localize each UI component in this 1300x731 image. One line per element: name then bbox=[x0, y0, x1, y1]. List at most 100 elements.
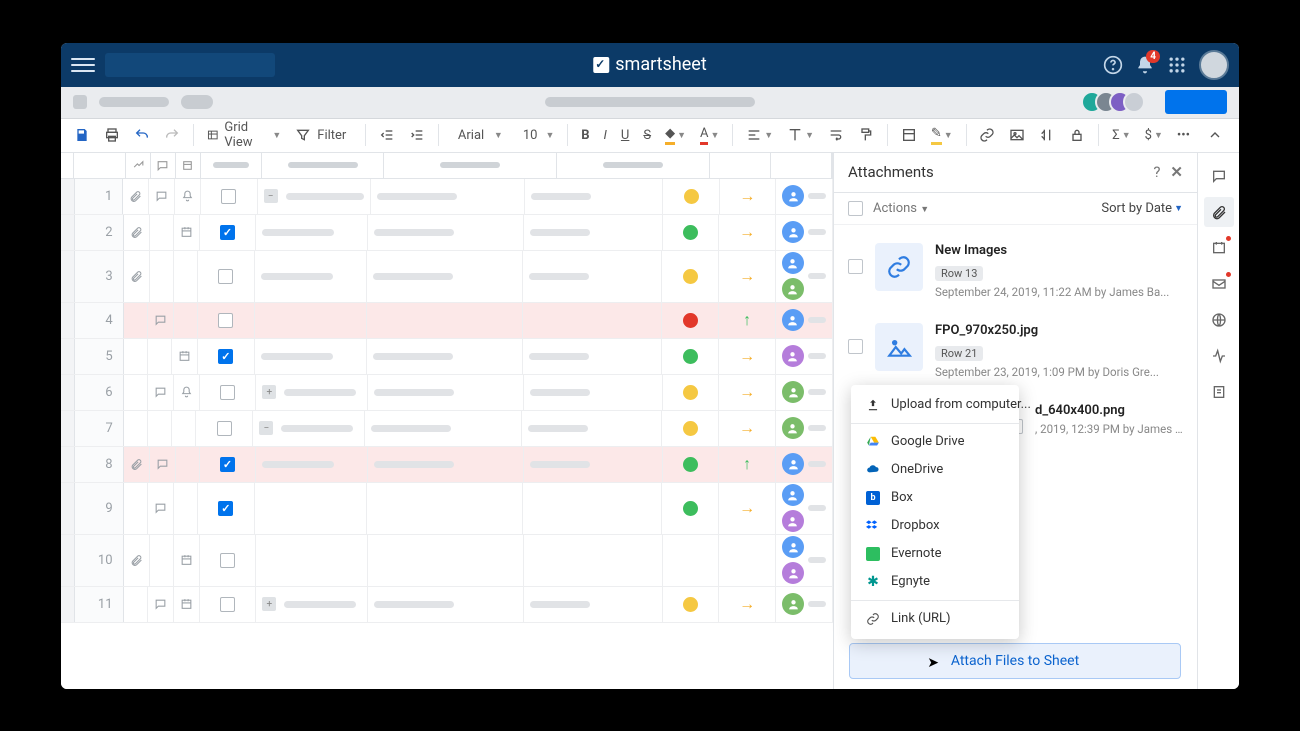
upload-menu-item[interactable]: Dropbox bbox=[851, 512, 1019, 540]
row-checkbox[interactable] bbox=[217, 421, 232, 436]
italic-icon[interactable]: I bbox=[598, 125, 611, 146]
row-checkbox[interactable] bbox=[220, 553, 235, 568]
upload-menu-item[interactable]: Upload from computer... bbox=[851, 391, 1019, 419]
insert-icon[interactable] bbox=[1034, 124, 1060, 146]
upload-menu-item[interactable]: Google Drive bbox=[851, 428, 1019, 456]
app-launcher-icon[interactable] bbox=[1167, 55, 1187, 75]
row-attachment-icon[interactable] bbox=[124, 375, 148, 410]
table-row[interactable]: 11+→ bbox=[61, 587, 833, 623]
row-checkbox[interactable] bbox=[218, 269, 233, 284]
breadcrumb-item[interactable] bbox=[99, 97, 169, 107]
row-checkbox[interactable] bbox=[218, 349, 233, 364]
rail-conversations-icon[interactable] bbox=[1204, 161, 1234, 191]
panel-close-icon[interactable]: ✕ bbox=[1170, 163, 1183, 181]
row-reminder-icon[interactable] bbox=[174, 215, 200, 250]
upload-menu-item[interactable]: OneDrive bbox=[851, 456, 1019, 484]
sheet-name-input[interactable] bbox=[105, 53, 275, 77]
row-checkbox[interactable] bbox=[220, 385, 235, 400]
status-indicator[interactable] bbox=[683, 421, 698, 436]
row-reminder-icon[interactable] bbox=[176, 447, 200, 482]
row-attachment-icon[interactable] bbox=[124, 303, 148, 338]
align-icon[interactable]: ▼ bbox=[741, 124, 778, 146]
attachment-item[interactable]: New ImagesRow 13September 24, 2019, 11:2… bbox=[848, 233, 1189, 313]
row-comment-icon[interactable] bbox=[149, 179, 175, 214]
row-checkbox[interactable] bbox=[220, 225, 235, 240]
select-all-checkbox[interactable] bbox=[848, 201, 863, 216]
strikethrough-icon[interactable]: S bbox=[638, 125, 656, 146]
table-row[interactable]: 10 bbox=[61, 535, 833, 587]
sum-icon[interactable]: Σ▼ bbox=[1107, 125, 1135, 146]
panel-help-icon[interactable]: ? bbox=[1153, 163, 1160, 181]
row-attachment-icon[interactable] bbox=[123, 179, 149, 214]
row-attachment-icon[interactable] bbox=[124, 535, 150, 586]
assignee-avatar[interactable] bbox=[782, 417, 804, 439]
row-comment-icon[interactable] bbox=[150, 251, 174, 302]
undo-icon[interactable] bbox=[129, 124, 155, 146]
row-reminder-icon[interactable] bbox=[174, 483, 198, 534]
valign-icon[interactable]: ▼ bbox=[782, 124, 819, 146]
font-size-select[interactable]: 10▼ bbox=[512, 125, 560, 146]
indent-icon[interactable] bbox=[404, 124, 430, 146]
table-row[interactable]: 3→ bbox=[61, 251, 833, 303]
status-indicator[interactable] bbox=[683, 225, 698, 240]
row-reminder-icon[interactable] bbox=[172, 411, 196, 446]
assignee-avatar[interactable] bbox=[782, 593, 804, 615]
row-reminder-icon[interactable] bbox=[174, 587, 200, 622]
breadcrumb-item[interactable] bbox=[181, 95, 213, 109]
highlight-icon[interactable]: ✎▼ bbox=[926, 123, 958, 148]
upload-menu-item[interactable]: bBox bbox=[851, 484, 1019, 512]
row-reminder-icon[interactable] bbox=[175, 179, 201, 214]
status-indicator[interactable] bbox=[684, 189, 699, 204]
grid[interactable]: 1−→2→3→4↑5→6+→7−→8↑9→1011+→ bbox=[61, 153, 833, 689]
expand-toggle-icon[interactable]: − bbox=[259, 421, 273, 435]
row-attachment-icon[interactable] bbox=[124, 411, 148, 446]
assignee-avatar[interactable] bbox=[782, 484, 804, 506]
rail-proofs-icon[interactable] bbox=[1204, 233, 1234, 263]
image-icon[interactable] bbox=[1004, 124, 1030, 146]
fill-color-icon[interactable]: ◆▼ bbox=[660, 123, 691, 148]
row-checkbox[interactable] bbox=[220, 597, 235, 612]
table-row[interactable]: 7−→ bbox=[61, 411, 833, 447]
assignee-avatar[interactable] bbox=[782, 562, 804, 584]
row-reminder-icon[interactable] bbox=[172, 339, 198, 374]
status-indicator[interactable] bbox=[683, 385, 698, 400]
bold-icon[interactable]: B bbox=[576, 125, 594, 146]
status-indicator[interactable] bbox=[683, 349, 698, 364]
font-family-select[interactable]: Arial▼ bbox=[447, 125, 508, 146]
print-icon[interactable] bbox=[99, 124, 125, 146]
row-comment-icon[interactable] bbox=[148, 375, 174, 410]
attachment-item[interactable]: FPO_970x250.jpgRow 21September 23, 2019,… bbox=[848, 313, 1189, 393]
row-attachment-icon[interactable] bbox=[124, 447, 150, 482]
format-paint-icon[interactable] bbox=[853, 124, 879, 146]
table-row[interactable]: 1−→ bbox=[61, 179, 833, 215]
expand-toggle-icon[interactable]: + bbox=[262, 385, 276, 399]
actions-dropdown[interactable]: Actions ▼ bbox=[873, 201, 929, 216]
assignee-avatar[interactable] bbox=[782, 309, 804, 331]
row-attachment-icon[interactable] bbox=[124, 483, 148, 534]
row-comment-icon[interactable] bbox=[148, 411, 172, 446]
table-row[interactable]: 8↑ bbox=[61, 447, 833, 483]
assignee-avatar[interactable] bbox=[782, 381, 804, 403]
view-switcher[interactable]: Grid View▼ bbox=[202, 117, 286, 153]
status-indicator[interactable] bbox=[683, 597, 698, 612]
collapse-toolbar-icon[interactable] bbox=[1199, 123, 1231, 147]
save-icon[interactable] bbox=[69, 124, 95, 146]
status-indicator[interactable] bbox=[683, 269, 698, 284]
table-row[interactable]: 4↑ bbox=[61, 303, 833, 339]
user-avatar[interactable] bbox=[1199, 50, 1229, 80]
assignee-avatar[interactable] bbox=[782, 510, 804, 532]
back-icon[interactable] bbox=[73, 95, 87, 109]
rail-attachments-icon[interactable] bbox=[1204, 197, 1234, 227]
collaborator-avatars[interactable] bbox=[1089, 91, 1145, 113]
row-comment-icon[interactable] bbox=[150, 215, 174, 250]
rail-activity-icon[interactable] bbox=[1204, 341, 1234, 371]
row-checkbox[interactable] bbox=[221, 189, 236, 204]
row-comment-icon[interactable] bbox=[148, 339, 172, 374]
conditional-format-icon[interactable] bbox=[896, 124, 922, 146]
rail-summary-icon[interactable] bbox=[1204, 377, 1234, 407]
redo-icon[interactable] bbox=[159, 124, 185, 146]
attachment-checkbox[interactable] bbox=[848, 259, 863, 274]
row-comment-icon[interactable] bbox=[148, 303, 174, 338]
collaborator-avatar[interactable] bbox=[1123, 91, 1145, 113]
table-row[interactable]: 5→ bbox=[61, 339, 833, 375]
